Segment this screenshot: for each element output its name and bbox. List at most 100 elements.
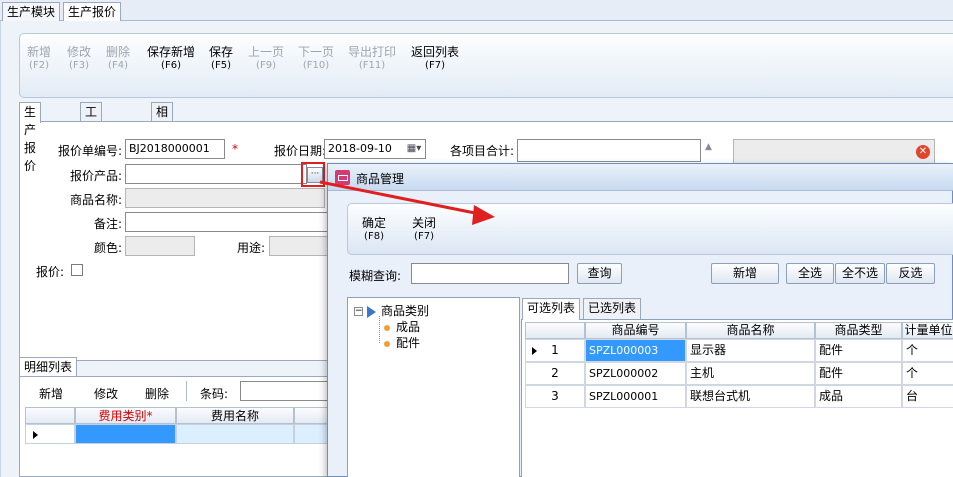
node-dot-icon [384,340,390,347]
row-indicator-cell [25,424,75,444]
row-1-product-name[interactable]: 显示器 [686,339,815,362]
tab-selected-list[interactable]: 已选列表 [583,298,642,319]
tree-root-label: 商品类别 [381,304,430,318]
edit-button-label: 修改 [67,45,92,59]
export-print-button[interactable]: 导出打印 (F11) [348,46,396,72]
tab-workbench-details[interactable]: 工作台详情 [80,102,103,191]
main-toolbar: 新增 (F2) 修改 (F3) 删除 (F4) 保存新增 (F6) 保存 (F5) 上一页… [19,33,953,98]
invert-selection-button[interactable]: 反选 [886,263,935,284]
product-field[interactable] [125,164,307,184]
detail-add-button[interactable]: 新增 [39,385,63,402]
dialog-title: 商品管理 [356,172,405,186]
tab-production-module[interactable]: 生产模块 [2,2,61,21]
column-header-unit[interactable]: 计量单位 [902,322,953,339]
column-header-fee-category[interactable]: 费用类别* [75,407,176,424]
quote-no-label: 报价单编号: [57,144,122,158]
barcode-input[interactable] [240,381,330,401]
tab-detail-list[interactable]: 明细列表 [19,357,78,377]
dialog-title-bar[interactable]: 商品管理 [328,164,953,191]
row-2-product-type[interactable]: 配件 [815,362,902,385]
column-header-product-name[interactable]: 商品名称 [686,322,815,339]
total-field[interactable] [517,139,701,162]
edit-button[interactable]: 修改 (F3) [67,46,91,72]
summary-field [733,139,935,165]
column-header-product-type[interactable]: 商品类型 [815,322,902,339]
row-1-product-type[interactable]: 配件 [815,339,902,362]
product-name-field [125,188,325,208]
save-and-add-button-key: (F6) [161,60,181,71]
row-2-product-code[interactable]: SPZL000002 [585,362,686,385]
prev-page-button-label: 上一页 [248,45,285,59]
collapse-icon[interactable]: − [354,307,363,316]
remark-label: 备注: [93,217,122,231]
row-2-product-name[interactable]: 主机 [686,362,815,385]
select-all-button[interactable]: 全选 [786,263,834,284]
tree-item-finished-goods[interactable]: 成品 [384,318,420,335]
confirm-button-key: (F8) [364,231,384,242]
usage-field [269,236,329,256]
save-button-key: (F5) [211,60,231,71]
delete-button-label: 删除 [106,45,131,59]
clear-icon[interactable]: ✕ [916,145,930,159]
color-field [125,236,195,256]
fee-name-cell[interactable] [176,424,294,444]
tree-item-parts[interactable]: 配件 [384,334,420,351]
delete-button[interactable]: 删除 (F4) [106,46,130,72]
window-icon [335,170,350,185]
add-button-label: 新增 [27,45,52,59]
prev-page-button[interactable]: 上一页 (F9) [248,46,284,72]
select-none-button[interactable]: 全不选 [835,263,885,284]
confirm-button-label: 确定 [362,216,387,230]
remark-field[interactable] [125,212,328,232]
tab-attachments[interactable]: 相关附件 [151,102,174,173]
scroll-up-icon[interactable]: ▲ [705,142,712,152]
fee-category-cell[interactable] [75,424,176,444]
add-button[interactable]: 新增 (F2) [27,46,51,72]
tab-production-quote[interactable]: 生产报价 [63,2,122,22]
quote-no-field[interactable]: BJ2018000001 [125,139,225,159]
close-button-label: 关闭 [412,216,437,230]
export-print-button-label: 导出打印 [348,45,397,59]
tree-root[interactable]: − 商品类别 [354,302,429,319]
row-1-number: 1 [525,339,585,362]
calendar-dropdown-icon[interactable]: ▦▾ [403,140,425,158]
row-1-product-code[interactable]: SPZL000003 [585,339,686,362]
row-3-product-code[interactable]: SPZL000001 [585,385,686,408]
column-header-product-code[interactable]: 商品编号 [585,322,686,339]
save-button-label: 保存 [209,45,234,59]
save-and-add-button[interactable]: 保存新增 (F6) [147,46,195,72]
confirm-button[interactable]: 确定 (F8) [362,217,386,243]
save-button[interactable]: 保存 (F5) [209,46,233,72]
current-row-icon [33,431,38,439]
column-header-fee-name[interactable]: 费用名称 [176,407,294,424]
folder-arrow-icon [367,305,376,318]
detail-delete-button[interactable]: 删除 [145,385,169,402]
back-to-list-button[interactable]: 返回列表 (F7) [411,46,459,72]
row-3-product-type[interactable]: 成品 [815,385,902,408]
tab-available-list[interactable]: 可选列表 [522,298,581,320]
highlight-box [301,162,325,187]
row-3-unit[interactable]: 台 [902,385,953,408]
row-2-unit[interactable]: 个 [902,362,953,385]
close-button[interactable]: 关闭 (F7) [412,217,436,243]
tab-production-quote-form[interactable]: 生产报价 [19,102,42,173]
tree-line [379,316,380,343]
node-dot-icon [384,324,390,331]
quote-checkbox[interactable] [71,264,83,276]
next-page-button[interactable]: 下一页 (F10) [298,46,334,72]
barcode-label: 条码: [200,387,229,401]
row-1-unit[interactable]: 个 [902,339,953,362]
dialog-add-button[interactable]: 新增 [711,263,779,284]
back-to-list-button-label: 返回列表 [411,45,460,59]
row-3-product-name[interactable]: 联想台式机 [686,385,815,408]
detail-edit-button[interactable]: 修改 [94,385,118,402]
fuzzy-search-input[interactable] [411,263,569,284]
next-page-button-label: 下一页 [298,45,335,59]
product-management-dialog: 商品管理 确定 (F8) 关闭 (F7) 模糊查询: 查询 新增 全选 全不选 反选… [327,163,953,477]
total-label: 各项目合计: [449,144,514,158]
query-button[interactable]: 查询 [577,263,622,284]
row-1-number-text: 1 [551,343,559,357]
close-button-key: (F7) [414,231,434,242]
quote-check-label: 报价: [36,265,65,279]
next-page-button-key: (F10) [302,60,330,71]
